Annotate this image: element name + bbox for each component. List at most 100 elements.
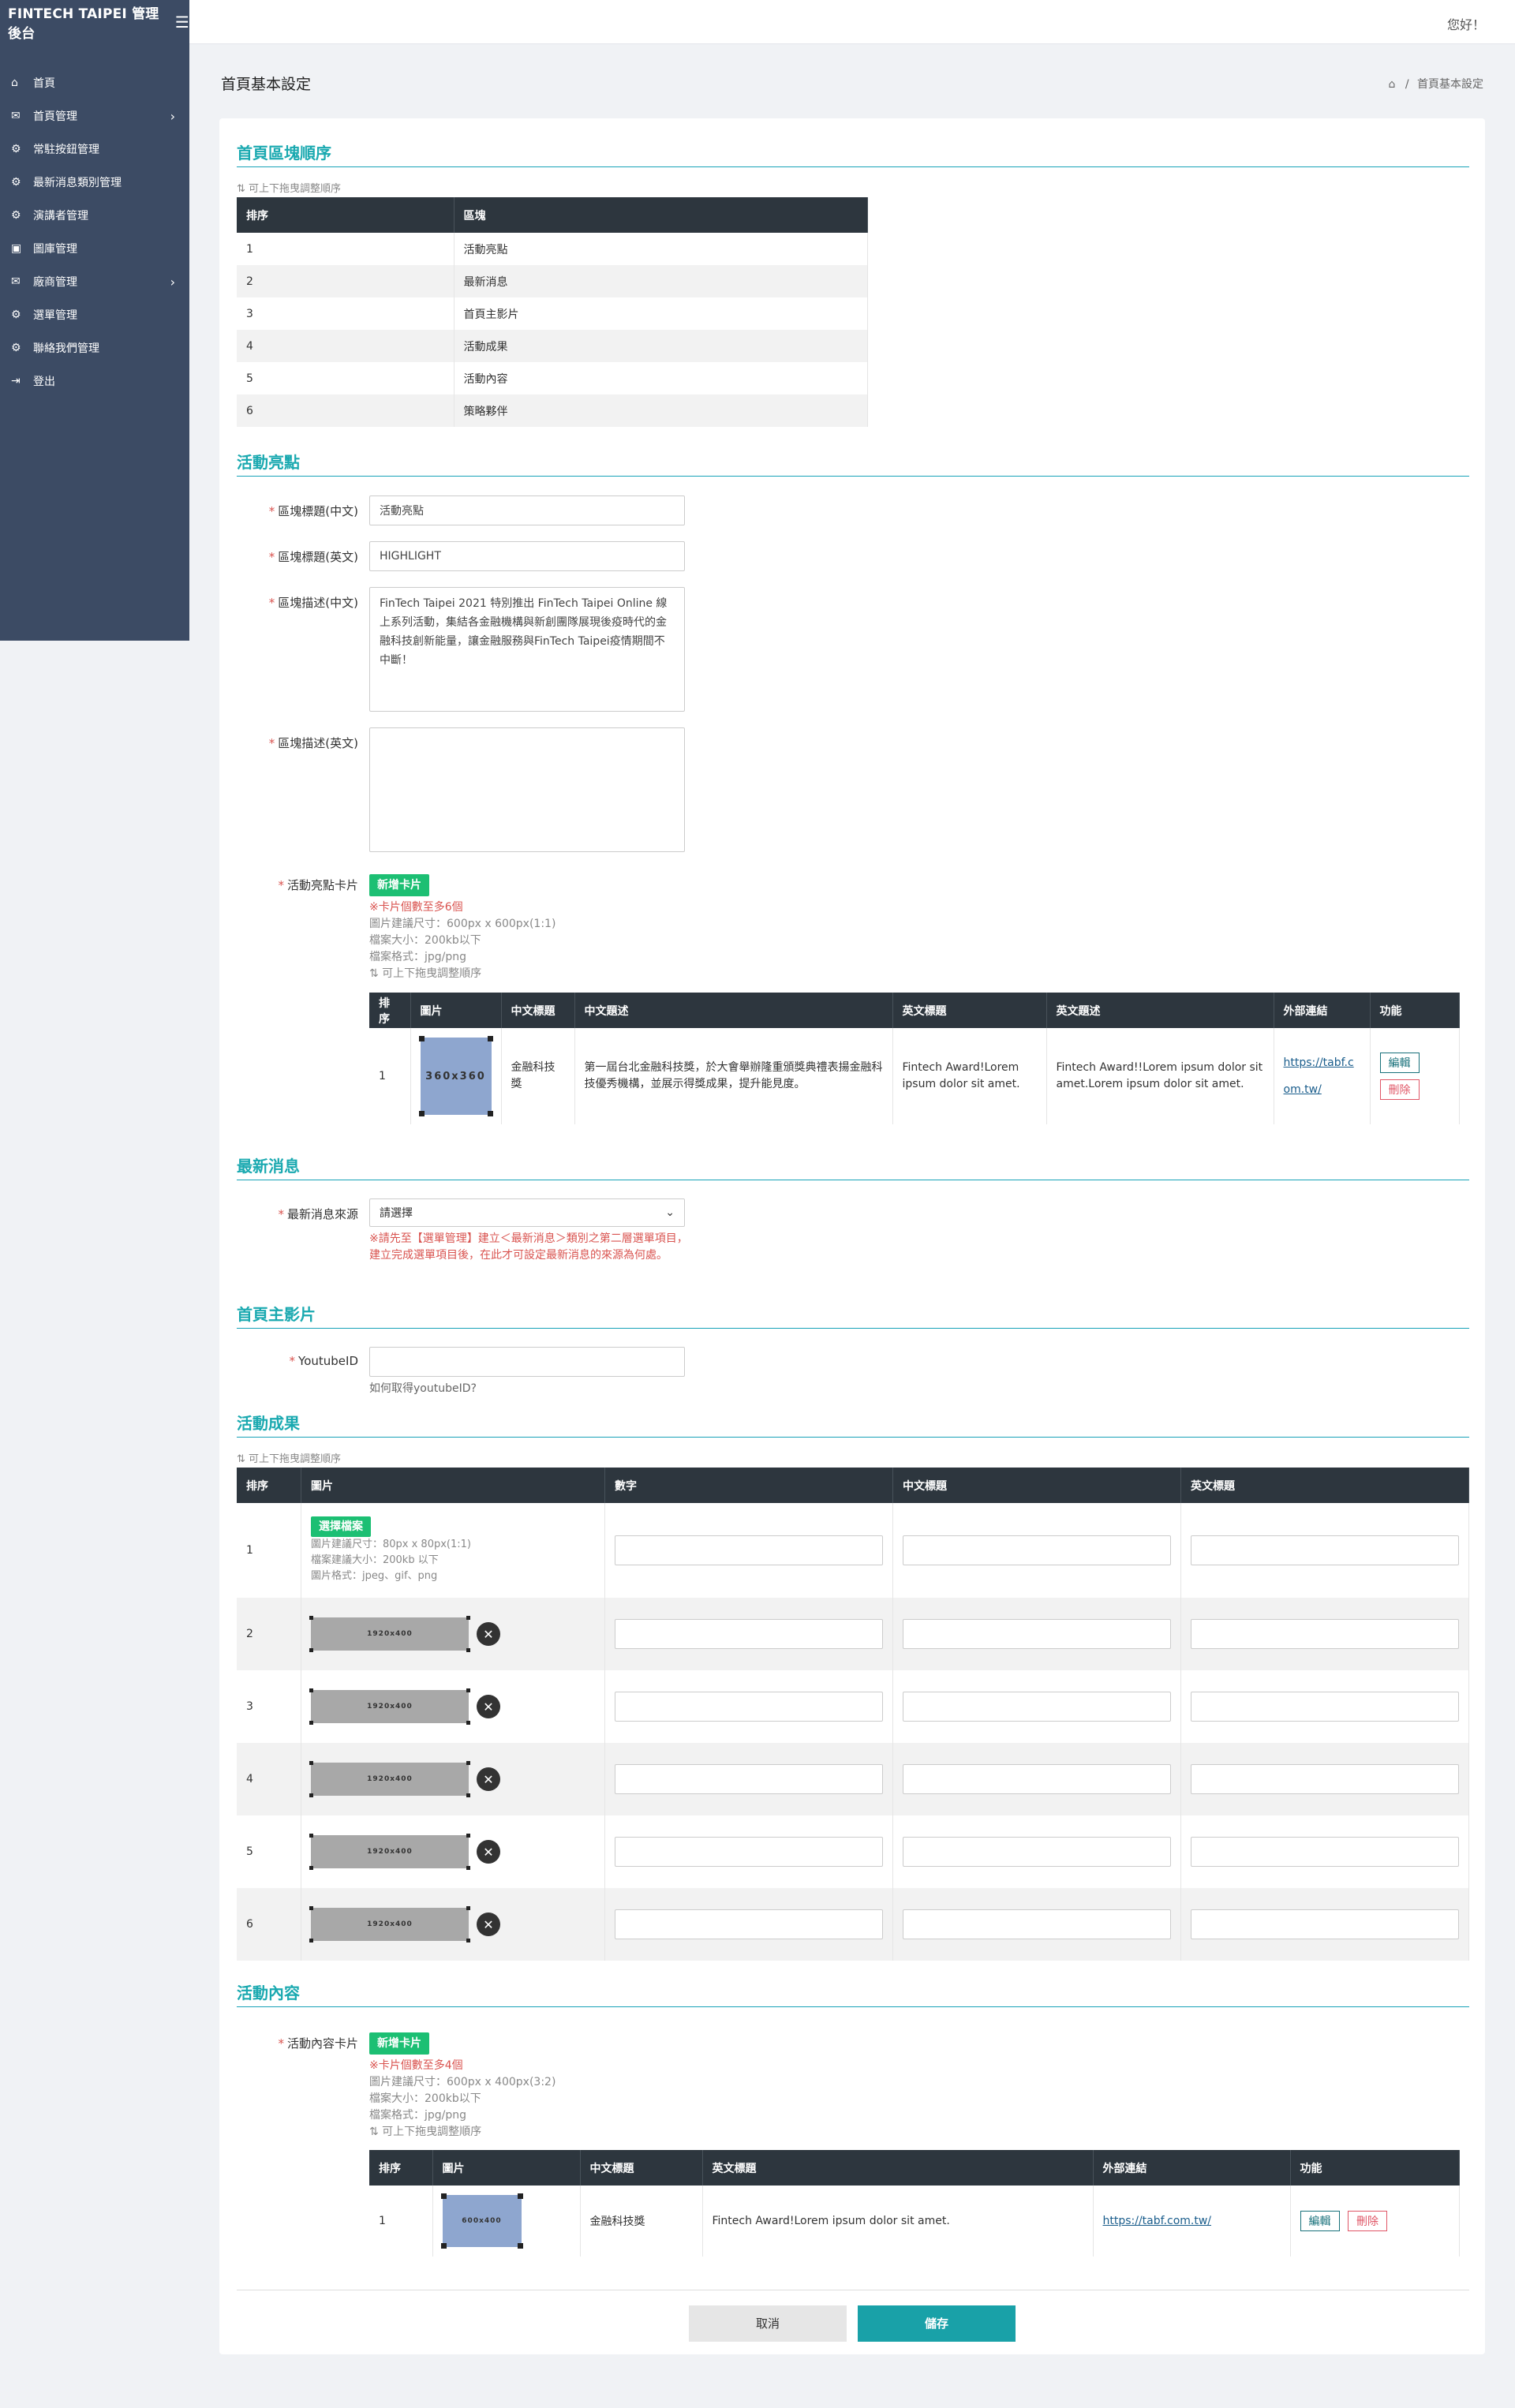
external-link[interactable]: https://tabf.com.tw/ xyxy=(1103,2215,1212,2227)
table-row[interactable]: 5 1920x400 ✕ xyxy=(237,1815,1469,1888)
table-row[interactable]: 6 策略夥伴 xyxy=(237,394,868,427)
news-source-select[interactable]: 請選擇 ⌄ xyxy=(369,1198,685,1227)
youtube-help-link[interactable]: 如何取得youtubeID? xyxy=(369,1381,477,1397)
add-card-button[interactable]: 新增卡片 xyxy=(369,2032,429,2055)
home-icon[interactable]: ⌂ xyxy=(1388,78,1395,91)
result-image[interactable]: 1920x400 xyxy=(309,1834,470,1870)
remove-image-icon[interactable]: ✕ xyxy=(476,1913,500,1936)
brand[interactable]: FINTECH TAIPEI 管理後台 ☰ xyxy=(0,0,189,44)
title-en-input[interactable] xyxy=(1191,1837,1459,1867)
note-size: 圖片建議尺寸：80px x 80px(1:1) xyxy=(310,1539,471,1550)
number-input[interactable] xyxy=(614,1764,883,1794)
greeting[interactable]: 您好！ xyxy=(1447,14,1485,33)
result-image[interactable]: 1920x400 xyxy=(309,1906,470,1942)
table-row[interactable]: 3 首頁主影片 xyxy=(237,297,868,330)
cell-title-zh: 金融科技獎 xyxy=(580,2186,703,2257)
sidebar-icon: ⚙ xyxy=(11,342,21,354)
cell-title-en: Fintech Award!Lorem ipsum dolor sit amet… xyxy=(702,2186,1094,2257)
table-row[interactable]: 1 選擇檔案 圖片建議尺寸：80px x 80px(1:1) 檔案建議大小：20… xyxy=(237,1503,1469,1598)
table-row[interactable]: 1 360x360 金融科技獎 第一屆台北金融科技獎，於大會舉辦隆重頒獎典禮表揚… xyxy=(369,1028,1460,1124)
cell-block: 首頁主影片 xyxy=(454,297,868,330)
remove-image-icon[interactable]: ✕ xyxy=(476,1840,500,1864)
result-image[interactable]: 1920x400 xyxy=(309,1688,470,1725)
save-button[interactable]: 儲存 xyxy=(858,2305,1016,2342)
hamburger-icon[interactable]: ☰ xyxy=(175,13,189,32)
result-image[interactable]: 1920x400 xyxy=(309,1616,470,1652)
sidebar-icon: ✉ xyxy=(11,275,21,288)
number-input[interactable] xyxy=(614,1909,883,1939)
table-row[interactable]: 3 1920x400 ✕ xyxy=(237,1670,1469,1743)
cell-order: 1 xyxy=(369,2186,433,2257)
table-header: 英文標題 xyxy=(892,993,1047,1028)
sidebar-item[interactable]: ⚙ 選單管理 xyxy=(0,298,189,331)
sidebar-item[interactable]: ⚙ 常駐按鈕管理 xyxy=(0,133,189,166)
choose-file-button[interactable]: 選擇檔案 xyxy=(310,1516,371,1537)
cell-order: 1 xyxy=(237,1503,301,1598)
table-row[interactable]: 1 600x400 金融科技獎 Fintech Award!Lorem ipsu… xyxy=(369,2186,1460,2257)
number-input[interactable] xyxy=(614,1837,883,1867)
chevron-right-icon: › xyxy=(170,274,175,290)
remove-image-icon[interactable]: ✕ xyxy=(476,1695,500,1718)
number-input[interactable] xyxy=(614,1619,883,1649)
remove-image-icon[interactable]: ✕ xyxy=(476,1622,500,1646)
title-zh-input[interactable] xyxy=(902,1619,1171,1649)
label-desc-en: * 區塊描述(英文) xyxy=(268,736,358,750)
title-zh-input[interactable] xyxy=(902,1764,1171,1794)
title-en-input[interactable] xyxy=(1191,1764,1459,1794)
desc-en-textarea[interactable] xyxy=(369,727,685,852)
number-input[interactable] xyxy=(614,1535,883,1565)
title-en-input[interactable] xyxy=(1191,1692,1459,1722)
section-title-order: 首頁區塊順序 xyxy=(237,140,1469,167)
page-header: 首頁基本設定 ⌂ / 首頁基本設定 xyxy=(221,73,1483,96)
cell-order: 5 xyxy=(237,362,454,394)
sidebar-item[interactable]: ▣ 圖庫管理 xyxy=(0,232,189,265)
section-title-news: 最新消息 xyxy=(237,1154,1469,1180)
table-header: 排序 xyxy=(237,1468,301,1503)
sidebar-icon: ⇥ xyxy=(11,375,21,387)
delete-button[interactable]: 刪除 xyxy=(1347,2211,1387,2231)
title-en-input[interactable] xyxy=(1191,1619,1459,1649)
label-news-source: * 最新消息來源 xyxy=(278,1207,358,1221)
table-row[interactable]: 1 活動亮點 xyxy=(237,233,868,265)
title-zh-input[interactable] xyxy=(902,1909,1171,1939)
card-image[interactable]: 600x400 xyxy=(440,2193,523,2249)
table-row[interactable]: 6 1920x400 ✕ xyxy=(237,1888,1469,1961)
results-table: 排序 圖片 數字 中文標題 英文標題 1 選擇檔案 圖片建議尺寸：80px x 80px… xyxy=(237,1468,1469,1961)
sidebar-item[interactable]: ✉ 廠商管理 › xyxy=(0,265,189,298)
sidebar-item[interactable]: ✉ 首頁管理 › xyxy=(0,99,189,133)
table-row[interactable]: 2 1920x400 ✕ xyxy=(237,1598,1469,1670)
table-row[interactable]: 4 1920x400 ✕ xyxy=(237,1743,1469,1815)
delete-button[interactable]: 刪除 xyxy=(1379,1079,1420,1100)
card-image[interactable]: 360x360 xyxy=(418,1036,493,1116)
sidebar-item[interactable]: ⚙ 最新消息類別管理 xyxy=(0,166,189,199)
title-zh-input[interactable] xyxy=(902,1692,1171,1722)
order-table: 排序 區塊 1 活動亮點 2 最新消息 3 首頁主影片 4 活動成果 5 活動內容 6 策… xyxy=(237,197,868,427)
external-link[interactable]: https://tabf.com.tw/ xyxy=(1284,1056,1354,1096)
cell-order: 3 xyxy=(237,297,454,330)
table-row[interactable]: 2 最新消息 xyxy=(237,265,868,297)
add-card-button[interactable]: 新增卡片 xyxy=(369,874,429,896)
table-header: 功能 xyxy=(1370,993,1460,1028)
cancel-button[interactable]: 取消 xyxy=(689,2305,847,2342)
sidebar-item[interactable]: ⚙ 演講者管理 xyxy=(0,199,189,232)
title-zh-input[interactable] xyxy=(902,1837,1171,1867)
remove-image-icon[interactable]: ✕ xyxy=(476,1767,500,1791)
sidebar-item[interactable]: ⌂ 首頁 xyxy=(0,66,189,99)
edit-button[interactable]: 編輯 xyxy=(1379,1053,1420,1073)
title-en-input[interactable]: HIGHLIGHT xyxy=(369,541,685,571)
sidebar-item[interactable]: ⇥ 登出 xyxy=(0,365,189,398)
table-row[interactable]: 4 活動成果 xyxy=(237,330,868,362)
number-input[interactable] xyxy=(614,1692,883,1722)
title-zh-input[interactable]: 活動亮點 xyxy=(369,495,685,525)
table-row[interactable]: 5 活動內容 xyxy=(237,362,868,394)
sidebar-item[interactable]: ⚙ 聯絡我們管理 xyxy=(0,331,189,365)
youtube-input[interactable] xyxy=(369,1347,685,1377)
edit-button[interactable]: 編輯 xyxy=(1300,2211,1340,2231)
result-image[interactable]: 1920x400 xyxy=(309,1761,470,1797)
table-header: 圖片 xyxy=(432,2150,581,2186)
desc-zh-textarea[interactable]: FinTech Taipei 2021 特別推出 FinTech Taipei … xyxy=(369,587,685,712)
title-en-input[interactable] xyxy=(1191,1909,1459,1939)
title-en-input[interactable] xyxy=(1191,1535,1459,1565)
chevron-down-icon: ⌄ xyxy=(665,1206,675,1219)
title-zh-input[interactable] xyxy=(902,1535,1171,1565)
